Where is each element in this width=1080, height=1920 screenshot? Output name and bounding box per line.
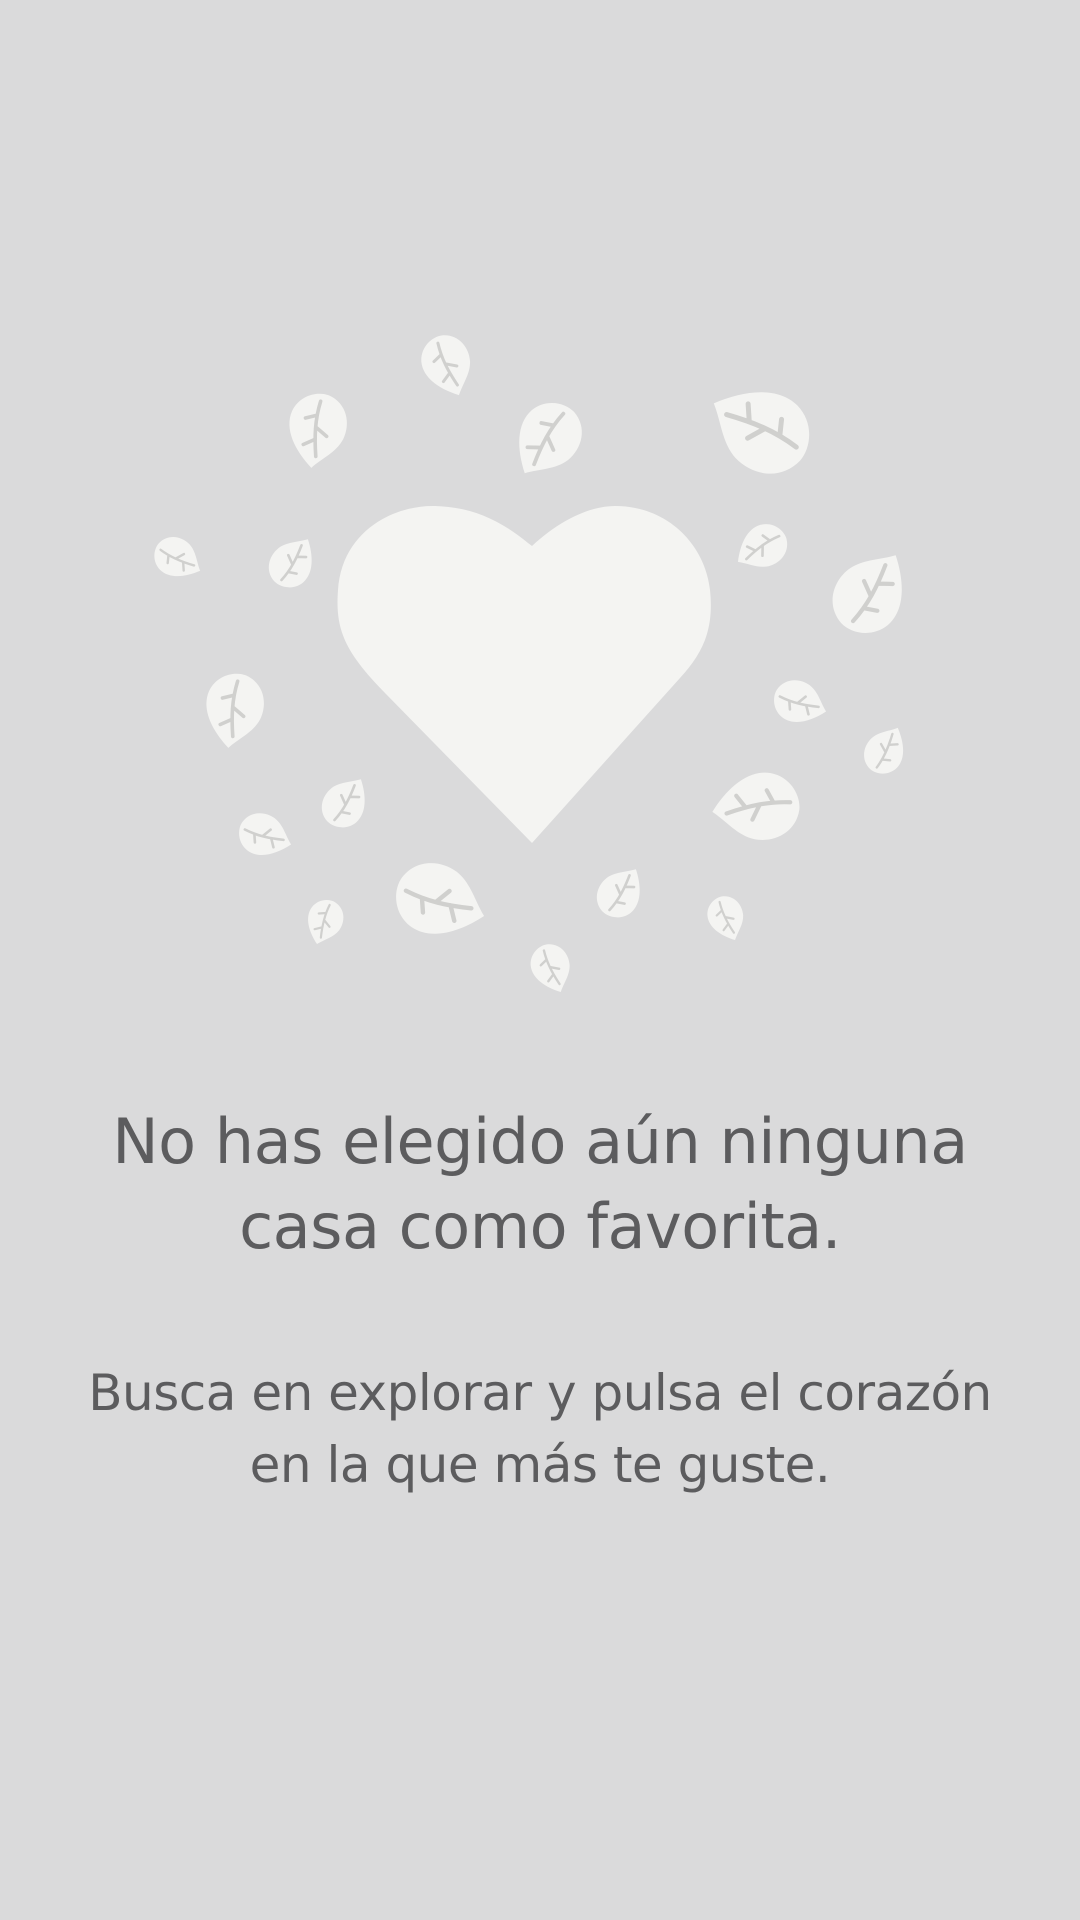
empty-body-line-1: Busca en explorar y pulsa el corazón bbox=[88, 1364, 992, 1422]
heart-icon bbox=[337, 505, 711, 843]
heart-with-leaves-icon bbox=[154, 335, 904, 993]
leaf-icon bbox=[707, 896, 744, 941]
leaf-icon bbox=[154, 537, 201, 577]
leaf-icon bbox=[321, 779, 365, 828]
leaf-icon bbox=[713, 392, 810, 474]
favorites-empty-screen: No has elegido aún ninguna casa como fav… bbox=[0, 0, 1080, 1920]
leaf-icon bbox=[864, 727, 904, 774]
leaf-icon bbox=[774, 680, 827, 722]
leaf-icon bbox=[308, 900, 344, 945]
leaf-icon bbox=[737, 524, 788, 567]
leaf-icon bbox=[421, 335, 471, 396]
leaf-icon bbox=[268, 539, 312, 588]
leaf-icon bbox=[530, 944, 570, 993]
leaf-icon bbox=[396, 863, 485, 934]
leaf-icon bbox=[519, 403, 582, 474]
empty-title-line-2: casa como favorita. bbox=[239, 1190, 841, 1263]
empty-body-line-2: en la que más te guste. bbox=[249, 1436, 831, 1494]
leaf-icon bbox=[712, 772, 800, 840]
leaf-icon bbox=[239, 813, 292, 855]
leaf-icon bbox=[596, 869, 640, 918]
leaf-icon bbox=[289, 393, 347, 468]
empty-title-line-1: No has elegido aún ninguna bbox=[112, 1105, 968, 1178]
leaf-icon bbox=[832, 555, 902, 633]
leaf-icon bbox=[206, 673, 264, 748]
